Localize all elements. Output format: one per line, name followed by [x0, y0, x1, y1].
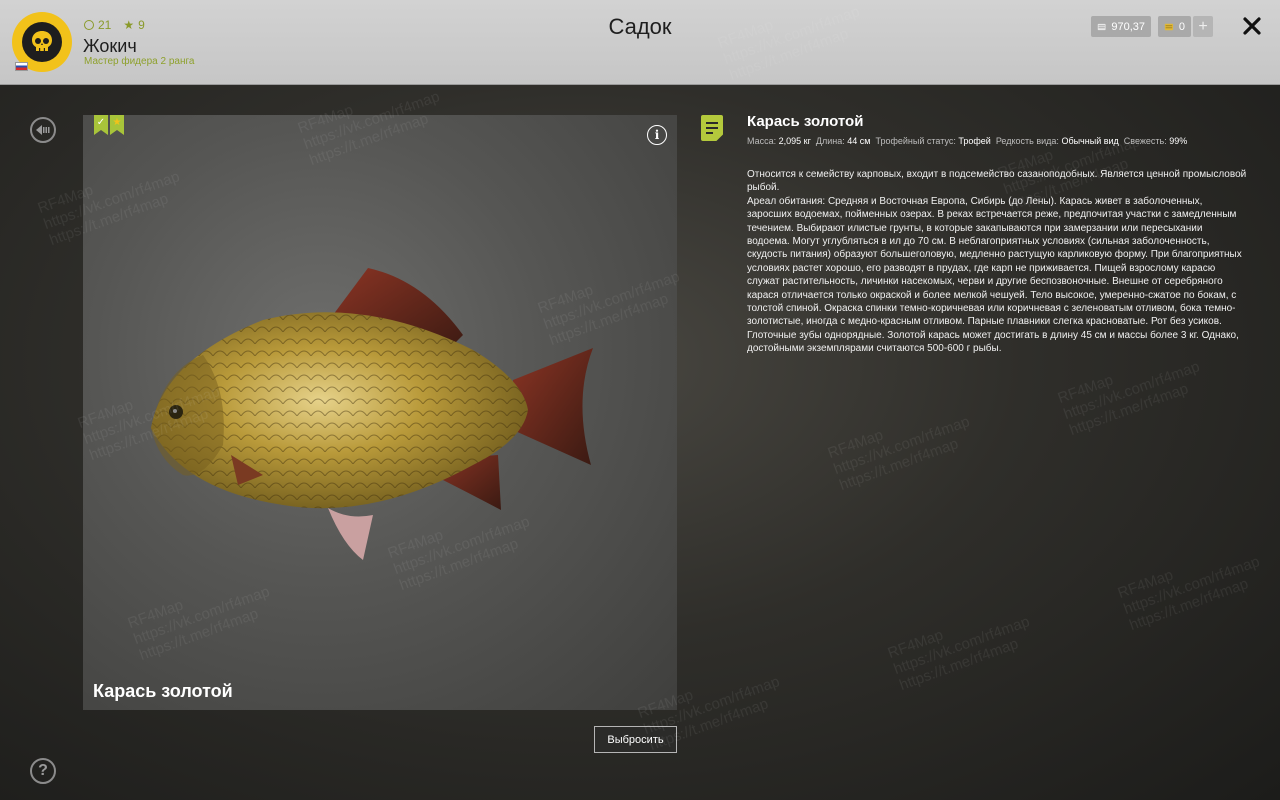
watermark: RF4Maphttps://vk.com/rf4maphttps://t.me/…: [885, 612, 1032, 694]
mass-label: Масса:: [747, 136, 777, 146]
gold-icon: [1164, 23, 1174, 30]
star-badge-icon: ★: [110, 115, 124, 135]
country-flag-icon: [15, 62, 28, 71]
page-title: Садок: [608, 14, 672, 39]
back-icon: [36, 125, 50, 135]
silver-balance[interactable]: 970,37: [1091, 16, 1151, 37]
watermark: RF4Maphttps://vk.com/rf4maphttps://t.me/…: [1115, 552, 1262, 634]
fish-preview-panel: ✓ ★ i Карась золотой: [83, 115, 677, 710]
description-intro: Относится к семейству карповых, входит в…: [747, 169, 1247, 194]
silver-icon: [1097, 23, 1106, 30]
info-icon[interactable]: i: [647, 125, 667, 145]
help-button[interactable]: ?: [30, 758, 56, 784]
add-currency-button[interactable]: +: [1193, 16, 1213, 37]
close-button[interactable]: [1238, 12, 1266, 40]
freshness-value: 99%: [1169, 136, 1188, 146]
badge-star: ★: [112, 117, 122, 128]
close-icon: [1243, 17, 1261, 35]
length-value: 44 см: [847, 136, 871, 146]
gold-value: 0: [1178, 20, 1185, 33]
top-bar: 21 ★ 9 Жокич Мастер фидера 2 ранга Садок…: [0, 0, 1280, 85]
gold-balance[interactable]: 0: [1158, 16, 1191, 37]
check-badge-icon: ✓: [94, 115, 108, 135]
trophy-label: Трофейный статус:: [875, 136, 956, 146]
fish-caption: Карась золотой: [93, 681, 233, 701]
document-icon: [701, 115, 723, 141]
description-habitat: Ареал обитания: Средняя и Восточная Евро…: [747, 195, 1242, 355]
mass-value: 2,095 кг: [778, 136, 811, 146]
rarity-label: Редкость вида:: [995, 136, 1059, 146]
back-button[interactable]: [30, 117, 56, 143]
silver-value: 970,37: [1111, 20, 1145, 33]
fish-title: Карась золотой: [747, 113, 864, 130]
watermark: RF4Maphttps://vk.com/rf4maphttps://t.me/…: [825, 412, 972, 494]
watermark: RF4Maphttps://vk.com/rf4maphttps://t.me/…: [1055, 357, 1202, 439]
rarity-value: Обычный вид: [1061, 136, 1119, 146]
discard-button[interactable]: Выбросить: [594, 726, 677, 753]
length-label: Длина:: [815, 136, 845, 146]
player-rank: Мастер фидера 2 ранга: [84, 56, 195, 67]
help-icon: ?: [38, 762, 48, 779]
fish-description: Относится к семейству карповых, входит в…: [747, 168, 1247, 356]
fish-stats: Масса: 2,095 кг Длина: 44 см Трофейный с…: [747, 136, 1187, 146]
check-mark: ✓: [96, 117, 106, 128]
fish-image: [151, 268, 593, 560]
freshness-label: Свежесть:: [1123, 136, 1167, 146]
trophy-value: Трофей: [958, 136, 991, 146]
